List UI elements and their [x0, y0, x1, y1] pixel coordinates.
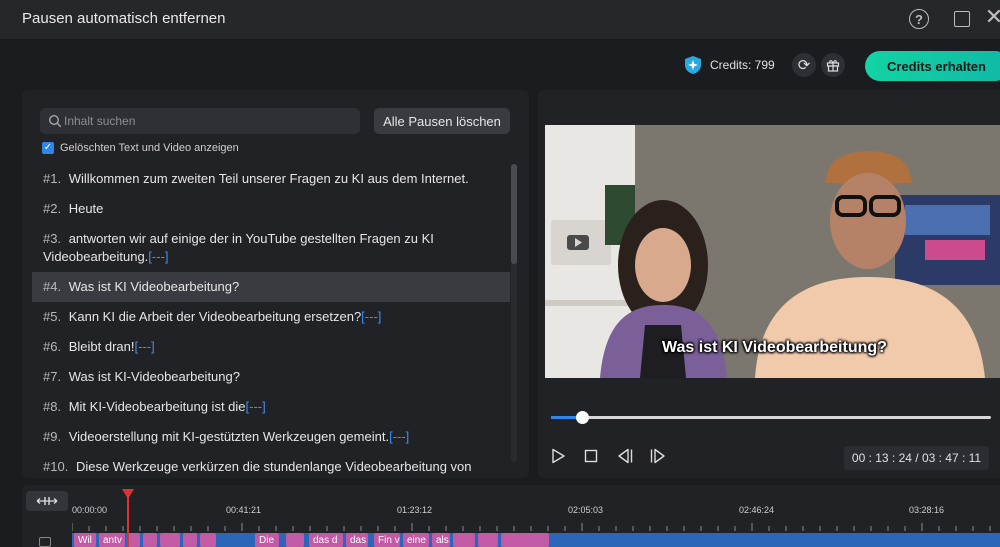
timeline[interactable]: 00:00:00 00:41:21 01:23:12 02:05:03 02:4…	[22, 485, 1000, 547]
playback-time: 00 : 13 : 24 / 03 : 47 : 11	[844, 446, 989, 470]
pause-marker[interactable]: [---]	[389, 429, 409, 444]
video-subtitle: Was ist KI Videobearbeitung?	[662, 339, 887, 356]
scrollbar-thumb[interactable]	[511, 164, 517, 264]
transcript-item[interactable]: #8. Mit KI-Videobearbeitung ist die[---]	[32, 392, 510, 422]
timeline-clip[interactable]	[128, 533, 140, 547]
item-text: Was ist KI Videobearbeitung?	[68, 279, 240, 294]
item-number: #9.	[43, 429, 62, 444]
timeline-clip[interactable]: Wil	[74, 533, 96, 547]
timeline-clip[interactable]	[200, 533, 216, 547]
pause-marker[interactable]: [---]	[134, 339, 154, 354]
show-deleted-checkbox[interactable]: ✓	[42, 142, 54, 154]
seek-handle[interactable]	[575, 411, 589, 424]
timeline-clip[interactable]	[183, 533, 197, 547]
timeline-clip[interactable]: das d	[309, 533, 343, 547]
credits-shield-icon	[685, 56, 701, 74]
show-deleted-label: Gelöschten Text und Video anzeigen	[60, 142, 239, 154]
timeline-clip[interactable]: Die	[255, 533, 279, 547]
window-title: Pausen automatisch entfernen	[22, 10, 226, 27]
item-number: #8.	[43, 399, 62, 414]
timeline-clip[interactable]: antv	[99, 533, 125, 547]
timeline-clip[interactable]: das	[346, 533, 368, 547]
item-text: Heute	[68, 201, 104, 216]
transcript-item[interactable]: #6. Bleibt dran![---]	[32, 332, 510, 362]
help-icon[interactable]: ?	[909, 9, 929, 29]
zoom-fit-icon	[36, 497, 58, 505]
timeline-clip[interactable]	[143, 533, 157, 547]
timeline-ticks	[72, 523, 991, 531]
video-preview[interactable]: Was ist KI Videobearbeitung?	[545, 125, 1000, 378]
transcript-panel: Alle Pausen löschen ✓ Gelöschten Text un…	[22, 90, 529, 478]
timeline-clip[interactable]: Fin v	[374, 533, 400, 547]
item-text: Bleibt dran!	[68, 339, 135, 354]
search-icon	[48, 114, 62, 128]
stop-icon[interactable]	[581, 446, 601, 466]
maximize-icon[interactable]	[951, 8, 973, 30]
refresh-icon[interactable]: ⟳	[792, 53, 816, 77]
item-text: Mit KI-Videobearbeitung ist die	[68, 399, 246, 414]
item-number: #2.	[43, 201, 62, 216]
timeline-clip[interactable]	[478, 533, 498, 547]
show-deleted-toggle[interactable]: ✓ Gelöschten Text und Video anzeigen	[42, 142, 239, 154]
item-number: #7.	[43, 369, 62, 384]
transcript-scrollbar[interactable]	[511, 164, 517, 462]
search-box[interactable]	[40, 108, 360, 134]
pause-marker[interactable]: [---]	[246, 399, 266, 414]
item-text: Was ist KI-Videobearbeitung?	[68, 369, 240, 384]
credits-label: Credits: 799	[710, 58, 775, 72]
previous-frame-icon[interactable]	[615, 446, 635, 466]
title-bar: Pausen automatisch entfernen ? ✕	[0, 0, 1000, 40]
transcript-item-selected[interactable]: #4. Was ist KI Videobearbeitung?	[32, 272, 510, 302]
timeline-clip[interactable]: eine	[403, 533, 429, 547]
item-number: #6.	[43, 339, 62, 354]
delete-all-pauses-button[interactable]: Alle Pausen löschen	[374, 108, 510, 134]
timeline-clip[interactable]: als	[432, 533, 450, 547]
transcript-item[interactable]: #10. Diese Werkzeuge verkürzen die stund…	[32, 452, 510, 478]
track-icon	[39, 537, 51, 547]
item-number: #5.	[43, 309, 62, 324]
item-number: #10.	[43, 459, 69, 474]
ruler-label: 02:46:24	[739, 505, 775, 515]
play-icon[interactable]	[548, 446, 568, 466]
preview-panel: Was ist KI Videobearbeitung? 00 : 13 : 2…	[538, 90, 1000, 478]
playhead-handle[interactable]	[122, 489, 134, 499]
next-frame-icon[interactable]	[648, 446, 668, 466]
transcript-item[interactable]: #7. Was ist KI-Videobearbeitung?	[32, 362, 510, 392]
gift-icon[interactable]	[821, 53, 845, 77]
timeline-clip[interactable]	[160, 533, 180, 547]
ruler-label: 02:05:03	[568, 505, 604, 515]
ruler-label: 03:28:16	[909, 505, 945, 515]
timeline-clip[interactable]	[453, 533, 475, 547]
transcript-item[interactable]: #9. Videoerstellung mit KI-gestützten We…	[32, 422, 510, 452]
search-input[interactable]	[64, 108, 354, 134]
item-text: Videoerstellung mit KI-gestützten Werkze…	[68, 429, 390, 444]
pause-marker[interactable]: [---]	[148, 249, 168, 264]
transcript-item[interactable]: #2. Heute	[32, 194, 510, 224]
item-text: Diese Werkzeuge verkürzen die stundenlan…	[43, 459, 472, 478]
transcript-item[interactable]: #5. Kann KI die Arbeit der Videobearbeit…	[32, 302, 510, 332]
transcript-item[interactable]: #1. Willkommen zum zweiten Teil unserer …	[32, 164, 510, 194]
close-icon[interactable]: ✕	[983, 4, 1000, 29]
ruler-label: 01:23:12	[397, 505, 433, 515]
item-number: #4.	[43, 279, 62, 294]
get-credits-button[interactable]: Credits erhalten	[865, 51, 1000, 81]
timeline-zoom-button[interactable]	[26, 491, 68, 511]
item-number: #3.	[43, 231, 62, 246]
ruler-label: 00:00:00	[72, 505, 108, 515]
timeline-clip[interactable]	[286, 533, 304, 547]
item-number: #1.	[43, 171, 62, 186]
item-text: Willkommen zum zweiten Teil unserer Frag…	[68, 171, 469, 186]
transcript-list: #1. Willkommen zum zweiten Teil unserer …	[32, 164, 510, 478]
pause-marker[interactable]: [---]	[361, 309, 381, 324]
item-text: antworten wir auf einige der in YouTube …	[43, 231, 434, 264]
timeline-clip[interactable]	[501, 533, 549, 547]
item-text: Kann KI die Arbeit der Videobearbeitung …	[68, 309, 362, 324]
ruler-label: 00:41:21	[226, 505, 262, 515]
transcript-item[interactable]: #3. antworten wir auf einige der in YouT…	[32, 224, 510, 272]
seek-bar[interactable]	[551, 411, 991, 424]
